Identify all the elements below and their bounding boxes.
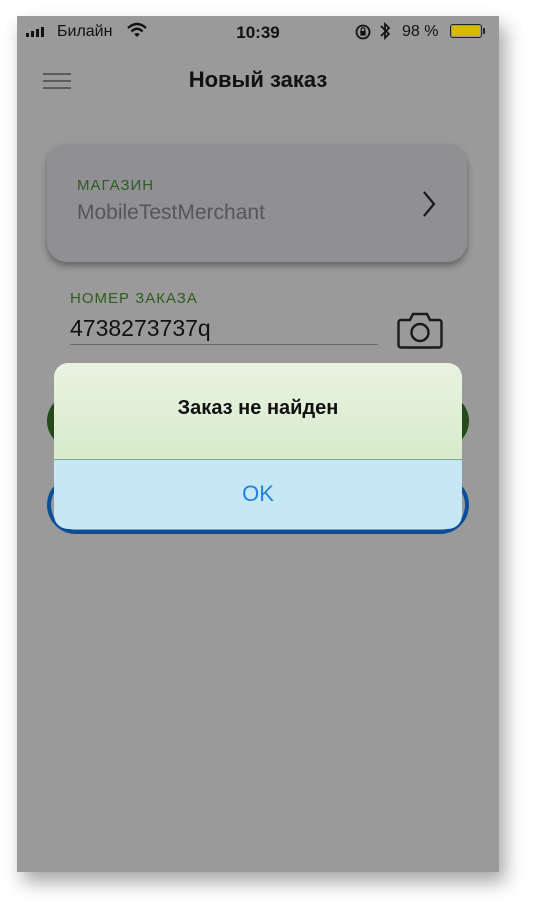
page-title: Новый заказ (188, 67, 328, 92)
status-bar: Билайн 10:39 98 % (17, 16, 499, 48)
alert-ok-button[interactable]: OK (54, 460, 462, 529)
order-number-input[interactable] (70, 312, 378, 345)
chevron-right-icon (423, 191, 436, 217)
order-number-label: НОМЕР ЗАКАЗА (70, 290, 198, 307)
store-value: MobileTestMerchant (77, 201, 265, 224)
alert-dialog: Заказ не найден OK (54, 363, 462, 529)
alert-title: Заказ не найден (177, 397, 339, 419)
bluetooth-icon (380, 21, 391, 41)
alert-ok-label: OK (242, 481, 274, 506)
store-label: МАГАЗИН (77, 177, 155, 194)
camera-icon[interactable] (397, 310, 443, 350)
rotation-lock-icon (355, 24, 371, 40)
phone-screen: Билайн 10:39 98 % Новый заказ МАГАЗИН Mo… (17, 16, 499, 872)
battery-icon (450, 24, 482, 38)
store-selector[interactable]: МАГАЗИН MobileTestMerchant (47, 144, 467, 262)
battery-percent: 98 % (402, 23, 439, 40)
